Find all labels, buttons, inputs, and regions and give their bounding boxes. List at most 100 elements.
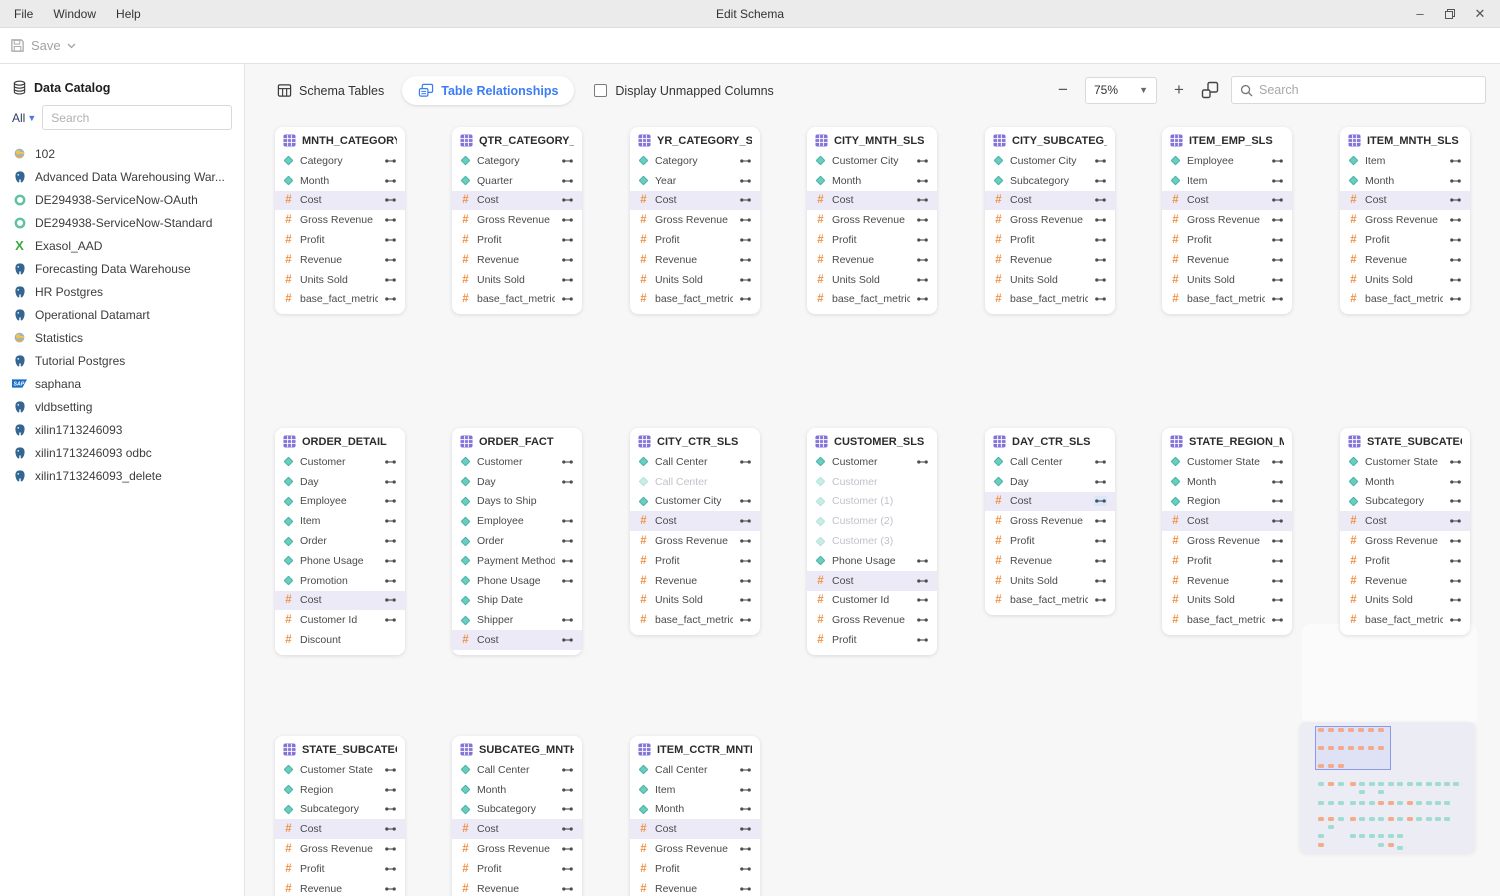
table-column[interactable]: #Cost bbox=[630, 511, 760, 531]
table-card-header[interactable]: DAY_CTR_SLS bbox=[985, 428, 1115, 452]
mapping-icon[interactable] bbox=[916, 457, 929, 467]
mapping-icon[interactable] bbox=[739, 864, 752, 874]
mapping-icon[interactable] bbox=[561, 785, 574, 795]
table-column[interactable]: Item bbox=[630, 780, 760, 800]
table-column[interactable]: #Revenue bbox=[1162, 250, 1292, 270]
table-column[interactable]: Day bbox=[275, 472, 405, 492]
mapping-icon[interactable] bbox=[1271, 477, 1284, 487]
table-column[interactable]: #Gross Revenue bbox=[630, 839, 760, 859]
table-card[interactable]: CITY_SUBCATEG_S...Customer CitySubcatego… bbox=[985, 127, 1115, 314]
table-card-header[interactable]: ITEM_MNTH_SLS bbox=[1340, 127, 1470, 151]
catalog-item[interactable]: 102 bbox=[0, 142, 244, 165]
table-column[interactable]: Item bbox=[1340, 151, 1470, 171]
table-column[interactable]: Item bbox=[1162, 171, 1292, 191]
table-column[interactable]: Category bbox=[452, 151, 582, 171]
mapping-icon[interactable] bbox=[561, 864, 574, 874]
mapping-icon[interactable] bbox=[1449, 275, 1462, 285]
table-column[interactable]: #base_fact_metric bbox=[985, 591, 1115, 611]
table-column[interactable]: #Customer Id bbox=[807, 591, 937, 611]
table-column[interactable]: #Revenue bbox=[1340, 250, 1470, 270]
table-column[interactable]: Days to Ship bbox=[452, 492, 582, 512]
mapping-icon[interactable] bbox=[1449, 595, 1462, 605]
table-column[interactable]: #base_fact_metric bbox=[1162, 610, 1292, 630]
table-column[interactable]: #Gross Revenue bbox=[985, 511, 1115, 531]
mapping-icon[interactable] bbox=[561, 275, 574, 285]
table-column[interactable]: #Gross Revenue bbox=[1162, 210, 1292, 230]
mapping-icon[interactable] bbox=[561, 884, 574, 894]
table-card-header[interactable]: QTR_CATEGORY_S... bbox=[452, 127, 582, 151]
table-column[interactable]: #Units Sold bbox=[1162, 270, 1292, 290]
table-column[interactable]: #Gross Revenue bbox=[807, 610, 937, 630]
table-column[interactable]: #Profit bbox=[452, 859, 582, 879]
mapping-icon[interactable] bbox=[384, 496, 397, 506]
table-card[interactable]: ORDER_FACTCustomerDayDays to ShipEmploye… bbox=[452, 428, 582, 655]
table-column[interactable]: Region bbox=[1162, 492, 1292, 512]
mapping-icon[interactable] bbox=[1449, 536, 1462, 546]
table-column[interactable]: #base_fact_metric bbox=[1340, 290, 1470, 310]
table-column[interactable]: #Gross Revenue bbox=[452, 210, 582, 230]
table-column[interactable]: #Revenue bbox=[985, 551, 1115, 571]
save-button[interactable]: Save bbox=[10, 38, 76, 53]
table-column[interactable]: Ship Date bbox=[452, 591, 582, 611]
table-column[interactable]: #Profit bbox=[807, 630, 937, 650]
table-column[interactable]: #Revenue bbox=[807, 250, 937, 270]
table-column[interactable]: #base_fact_metric bbox=[1162, 290, 1292, 310]
mapping-icon[interactable] bbox=[1449, 576, 1462, 586]
table-column[interactable]: Order bbox=[275, 531, 405, 551]
table-card[interactable]: SUBCATEG_MNTH_...Call CenterMonthSubcate… bbox=[452, 736, 582, 896]
table-column[interactable]: #Cost bbox=[1162, 191, 1292, 211]
tab-schema-tables[interactable]: Schema Tables bbox=[267, 76, 394, 105]
catalog-item[interactable]: XExasol_AAD bbox=[0, 234, 244, 257]
table-card-header[interactable]: ITEM_EMP_SLS bbox=[1162, 127, 1292, 151]
table-card[interactable]: ITEM_EMP_SLSEmployeeItem#Cost#Gross Reve… bbox=[1162, 127, 1292, 314]
table-column[interactable]: #Gross Revenue bbox=[630, 531, 760, 551]
table-card[interactable]: STATE_REGION_M...Customer StateMonthRegi… bbox=[1162, 428, 1292, 635]
table-column[interactable]: #base_fact_metric bbox=[630, 290, 760, 310]
table-card-header[interactable]: STATE_SUBCATEG... bbox=[275, 736, 405, 760]
table-column[interactable]: #base_fact_metric bbox=[1340, 610, 1470, 630]
table-column[interactable]: Customer (1) bbox=[807, 492, 937, 512]
catalog-item[interactable]: Operational Datamart bbox=[0, 303, 244, 326]
mapping-icon[interactable] bbox=[384, 176, 397, 186]
table-column[interactable]: #Gross Revenue bbox=[275, 210, 405, 230]
menu-window[interactable]: Window bbox=[45, 4, 104, 24]
table-card-header[interactable]: YR_CATEGORY_SLS bbox=[630, 127, 760, 151]
table-column[interactable]: #Profit bbox=[985, 230, 1115, 250]
mapping-icon[interactable] bbox=[1094, 556, 1107, 566]
table-column[interactable]: #Cost bbox=[1340, 191, 1470, 211]
mapping-icon[interactable] bbox=[916, 275, 929, 285]
mapping-icon[interactable] bbox=[1094, 595, 1107, 605]
mapping-icon[interactable] bbox=[1271, 275, 1284, 285]
table-column[interactable]: #Gross Revenue bbox=[807, 210, 937, 230]
mapping-icon[interactable] bbox=[1271, 255, 1284, 265]
table-column[interactable]: Customer City bbox=[807, 151, 937, 171]
table-card[interactable]: DAY_CTR_SLSCall CenterDay#Cost#Gross Rev… bbox=[985, 428, 1115, 615]
mapping-icon[interactable] bbox=[1094, 576, 1107, 586]
table-column[interactable]: #Cost bbox=[275, 191, 405, 211]
catalog-item[interactable]: xilin1713246093 odbc bbox=[0, 441, 244, 464]
table-card[interactable]: CITY_CTR_SLSCall CenterCall CenterCustom… bbox=[630, 428, 760, 635]
menu-help[interactable]: Help bbox=[108, 4, 149, 24]
table-column[interactable]: Call Center bbox=[630, 452, 760, 472]
table-column[interactable]: #Cost bbox=[275, 591, 405, 611]
mapping-icon[interactable] bbox=[916, 156, 929, 166]
table-column[interactable]: #base_fact_metric bbox=[452, 290, 582, 310]
mapping-icon[interactable] bbox=[1094, 255, 1107, 265]
table-column[interactable]: #Units Sold bbox=[630, 591, 760, 611]
table-column[interactable]: #Units Sold bbox=[275, 270, 405, 290]
menu-file[interactable]: File bbox=[6, 4, 41, 24]
mapping-icon[interactable] bbox=[1449, 255, 1462, 265]
mapping-icon[interactable] bbox=[1449, 156, 1462, 166]
mapping-icon[interactable] bbox=[561, 215, 574, 225]
mapping-icon[interactable] bbox=[384, 275, 397, 285]
mapping-icon[interactable] bbox=[1271, 156, 1284, 166]
mapping-icon[interactable] bbox=[561, 635, 574, 645]
mapping-icon[interactable] bbox=[1271, 556, 1284, 566]
table-column[interactable]: Customer State bbox=[275, 760, 405, 780]
mapping-icon[interactable] bbox=[1094, 496, 1107, 506]
table-column[interactable]: #Revenue bbox=[452, 879, 582, 896]
mapping-icon[interactable] bbox=[561, 765, 574, 775]
catalog-item[interactable]: Forecasting Data Warehouse bbox=[0, 257, 244, 280]
table-column[interactable]: Customer State bbox=[1162, 452, 1292, 472]
table-column[interactable]: #Profit bbox=[1162, 551, 1292, 571]
